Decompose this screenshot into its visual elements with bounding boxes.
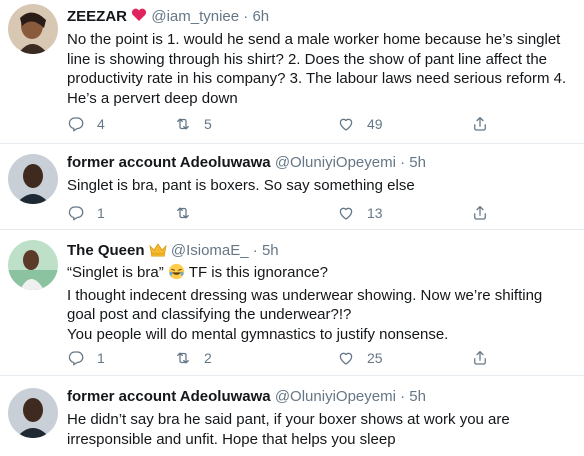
reply-icon <box>68 351 84 366</box>
like-icon <box>339 118 353 131</box>
action-bar: 1 2 25 <box>67 348 507 368</box>
tweet-text: He didn’t say bra he said pant, if your … <box>67 410 577 449</box>
retweet-count: 5 <box>204 116 212 132</box>
like-icon <box>339 352 353 365</box>
tweet-line: line is showing through his shirt? 2. Do… <box>67 50 548 68</box>
tweet-3[interactable]: The Queen @IsiomaE_ · 5h “Singlet is bra… <box>0 230 584 376</box>
tweet-header: former account Adeoluwawa @OluniyiOpeyem… <box>67 388 426 406</box>
timestamp[interactable]: 5h <box>262 242 279 259</box>
avatar[interactable] <box>8 240 58 290</box>
display-name[interactable]: former account Adeoluwawa <box>67 388 271 405</box>
user-handle[interactable]: @iam_tyniee <box>151 8 239 25</box>
timestamp[interactable]: 6h <box>252 8 269 25</box>
separator-dot: · <box>400 388 406 405</box>
retweet-count: 2 <box>204 350 212 366</box>
timestamp[interactable]: 5h <box>409 388 426 405</box>
share-button[interactable] <box>471 114 489 134</box>
tweet-line: goal post and classifying the underwear?… <box>67 306 352 323</box>
like-icon <box>339 207 353 220</box>
retweet-button[interactable] <box>174 203 192 223</box>
tweet-text: “Singlet is bra” TF is this ignorance? I… <box>67 263 577 344</box>
retweet-button[interactable]: 5 <box>174 114 212 134</box>
retweet-icon <box>177 118 189 130</box>
tweet-line-text: TF is this ignorance? <box>188 264 329 281</box>
tweet-text: No the point is 1. would he send a male … <box>67 30 577 108</box>
like-button[interactable]: 49 <box>337 114 383 134</box>
user-handle[interactable]: @IsiomaE_ <box>171 242 249 259</box>
retweet-icon <box>177 207 189 219</box>
tweet-2[interactable]: former account Adeoluwawa @OluniyiOpeyem… <box>0 144 584 230</box>
reply-count: 4 <box>97 116 105 132</box>
timestamp[interactable]: 5h <box>409 154 426 171</box>
tweet-line: productivity rate in his company? 3. The… <box>67 70 567 87</box>
user-handle[interactable]: @OluniyiOpeyemi <box>275 154 396 171</box>
tweet-line: I thought indecent dressing was underwea… <box>67 286 543 304</box>
tweet-4[interactable]: former account Adeoluwawa @OluniyiOpeyem… <box>0 376 584 456</box>
tweet-line: Singlet is bra, pant is boxers. So say s… <box>67 177 415 194</box>
like-count: 25 <box>367 350 383 366</box>
action-bar: 4 5 49 <box>67 114 507 134</box>
laughing-emoji-icon <box>168 263 185 286</box>
heart-emoji-icon <box>131 8 151 25</box>
display-name[interactable]: former account Adeoluwawa <box>67 154 271 171</box>
tweet-line: You people will do mental gymnastics to … <box>67 325 449 343</box>
reply-icon <box>68 117 84 132</box>
share-button[interactable] <box>471 348 489 368</box>
retweet-button[interactable]: 2 <box>174 348 212 368</box>
retweet-icon <box>177 352 189 364</box>
tweet-line: He’s a pervert deep down <box>67 89 238 107</box>
tweet-header: The Queen @IsiomaE_ · 5h <box>67 242 279 262</box>
user-handle[interactable]: @OluniyiOpeyemi <box>275 388 396 405</box>
reply-button[interactable]: 4 <box>67 114 105 134</box>
avatar[interactable] <box>8 154 58 204</box>
share-icon <box>474 116 486 131</box>
like-count: 49 <box>367 116 383 132</box>
like-button[interactable]: 25 <box>337 348 383 368</box>
tweet-line: irresponsible and unfit. Hope that helps… <box>67 430 396 448</box>
separator-dot: · <box>243 8 249 25</box>
tweet-line: “Singlet is bra” TF is this ignorance? <box>67 263 577 286</box>
reply-icon <box>68 206 84 221</box>
avatar[interactable] <box>8 4 58 54</box>
tweet-line: No the point is 1. would he send a male … <box>67 31 561 48</box>
share-button[interactable] <box>471 203 489 223</box>
tweet-line: He didn’t say bra he said pant, if your … <box>67 411 510 428</box>
tweet-1[interactable]: ZEEZAR @iam_tyniee · 6h No the point is … <box>0 0 584 144</box>
share-icon <box>474 205 486 220</box>
separator-dot: · <box>252 242 258 259</box>
reply-count: 1 <box>97 350 105 366</box>
quoted-text: “Singlet is bra” <box>67 264 164 281</box>
reply-button[interactable]: 1 <box>67 203 105 223</box>
display-name[interactable]: The Queen <box>67 242 145 259</box>
crown-emoji-icon <box>149 242 167 262</box>
tweet-header: ZEEZAR @iam_tyniee · 6h <box>67 8 269 26</box>
like-button[interactable]: 13 <box>337 203 383 223</box>
tweet-text: Singlet is bra, pant is boxers. So say s… <box>67 176 577 196</box>
reply-count: 1 <box>97 205 105 221</box>
share-icon <box>474 350 486 365</box>
separator-dot: · <box>400 154 406 171</box>
action-bar: 1 13 <box>67 203 507 223</box>
like-count: 13 <box>367 205 383 221</box>
avatar[interactable] <box>8 388 58 438</box>
reply-button[interactable]: 1 <box>67 348 105 368</box>
tweet-header: former account Adeoluwawa @OluniyiOpeyem… <box>67 154 426 172</box>
display-name[interactable]: ZEEZAR <box>67 8 127 25</box>
